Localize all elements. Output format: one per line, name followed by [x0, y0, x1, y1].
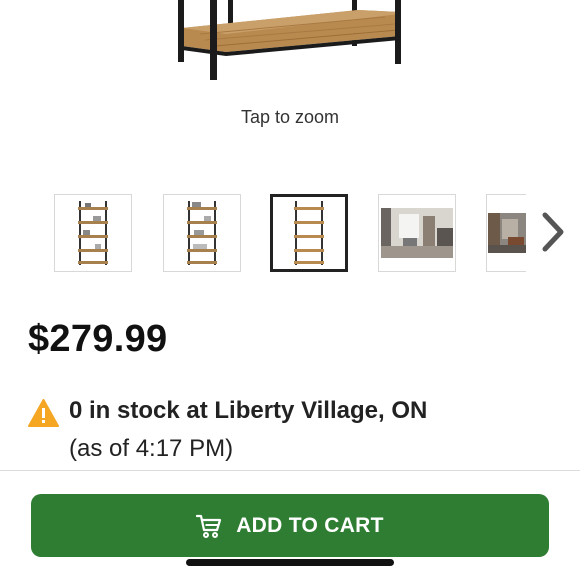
- room-scene-thumbnail-icon: [487, 213, 526, 253]
- shelf-image: [178, 0, 401, 80]
- shelf-thumbnail-icon: [294, 201, 324, 265]
- product-price: $279.99: [28, 318, 168, 360]
- thumbnail-3-selected[interactable]: [270, 194, 348, 272]
- thumbnail-1[interactable]: [54, 194, 132, 272]
- thumbnail-5[interactable]: [486, 194, 526, 272]
- add-to-cart-button[interactable]: ADD TO CART: [31, 494, 549, 557]
- home-indicator: [186, 559, 394, 566]
- thumbnail-strip: [0, 194, 580, 272]
- chevron-right-icon: [542, 212, 564, 252]
- main-product-image[interactable]: [0, 0, 580, 100]
- thumbnail-4[interactable]: [378, 194, 456, 272]
- room-scene-thumbnail-icon: [381, 208, 453, 258]
- add-to-cart-label: ADD TO CART: [236, 513, 384, 537]
- tap-to-zoom-hint: Tap to zoom: [240, 107, 340, 127]
- stock-availability-text: 0 in stock at Liberty Village, ON: [69, 397, 428, 424]
- shelf-thumbnail-icon: [78, 201, 108, 265]
- stock-timestamp-text: (as of 4:17 PM): [69, 435, 234, 462]
- product-page: Tap to zoom $279.99 0 in stock at Libert…: [0, 0, 580, 580]
- thumbnail-2[interactable]: [163, 194, 241, 272]
- next-thumbnails-button[interactable]: [536, 212, 570, 252]
- warning-icon: [28, 399, 59, 432]
- shelf-thumbnail-icon: [187, 201, 217, 265]
- cart-icon: [196, 514, 222, 538]
